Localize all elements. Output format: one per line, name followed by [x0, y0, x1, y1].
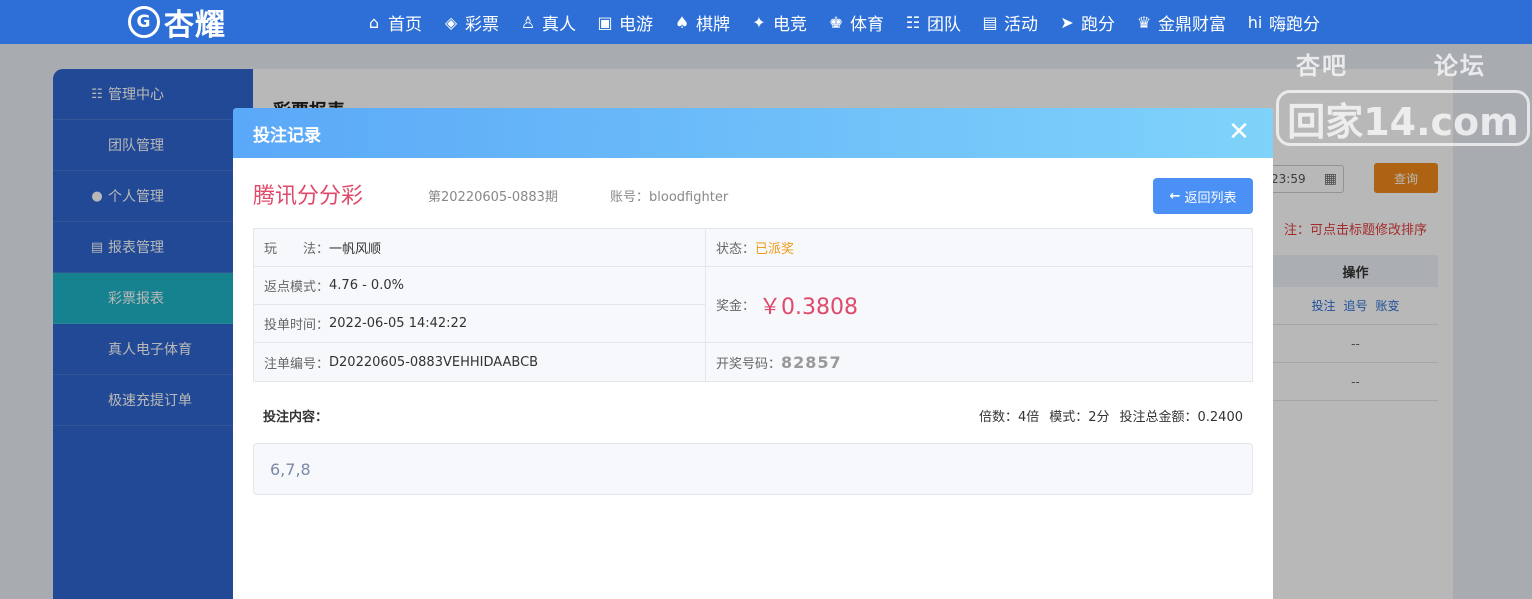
issue-number: 第20220605-0883期: [428, 190, 558, 205]
nav-item-10[interactable]: ♛ 金鼎财富: [1134, 10, 1226, 35]
account-label: 账号：: [610, 190, 650, 205]
nav-item-8[interactable]: ▤ 活动: [980, 10, 1038, 35]
content-row: 投注内容： 倍数：4倍 模式：2分 投注总金额：0.2400: [253, 406, 1253, 426]
content-label: 投注内容：: [263, 410, 329, 425]
nav-item-label: 首页: [388, 14, 422, 35]
nav-item-label: 电游: [619, 14, 653, 35]
logo-mark-icon: G: [128, 6, 160, 38]
nav-item-11[interactable]: hi 嗨跑分: [1245, 10, 1320, 35]
nav-item-9[interactable]: ➤ 跑分: [1057, 10, 1115, 35]
nav-item-2[interactable]: ♙ 真人: [518, 10, 576, 35]
nav-item-label: 体育: [850, 14, 884, 35]
nav-item-label: 团队: [927, 14, 961, 35]
nav-item-5[interactable]: ✦ 电竞: [749, 10, 807, 35]
status-cell: 状态： 已派奖: [706, 229, 1252, 267]
rebate-value: 4.76 - 0.0%: [329, 278, 404, 293]
bet-detail-table: 玩 法： 一帆风顺 状态： 已派奖 返点模式： 4.76 - 0.0% 奖金： ￥0.3…: [253, 228, 1253, 382]
live-icon: ♙: [520, 12, 536, 32]
trophy-icon: ♚: [828, 12, 844, 32]
watermark: 杏吧 论坛 回家14.com: [1274, 44, 1532, 154]
multiple-value: 倍数：4倍: [978, 410, 1040, 425]
nav-item-label: 棋牌: [696, 14, 730, 35]
bet-content-box: 6,7,8: [253, 443, 1253, 495]
gift-icon: ▤: [982, 12, 998, 32]
arrow-left-icon: ←: [1169, 188, 1181, 204]
play-label: 玩 法：: [264, 242, 330, 257]
watermark-main: 回家14.com: [1276, 90, 1530, 146]
prize-label: 奖金：: [716, 299, 756, 314]
nav-item-4[interactable]: ♠ 棋牌: [672, 10, 730, 35]
logo-text: 杏耀: [164, 8, 226, 43]
rebate-cell: 返点模式： 4.76 - 0.0%: [254, 267, 706, 305]
account-value: bloodfighter: [649, 190, 729, 205]
rebate-label: 返点模式：: [264, 280, 330, 295]
nav-item-label: 彩票: [465, 14, 499, 35]
bet-record-modal: 投注记录 ✕ 腾讯分分彩 第20220605-0883期 账号：bloodfig…: [233, 108, 1273, 599]
nav-item-3[interactable]: ▣ 电游: [595, 10, 653, 35]
bet-summary: 倍数：4倍 模式：2分 投注总金额：0.2400: [969, 406, 1243, 425]
draw-label: 开奖号码：: [716, 356, 782, 372]
hi-icon: hi: [1247, 12, 1263, 32]
watermark-right: 论坛: [1434, 52, 1486, 80]
slot-icon: ▣: [597, 12, 613, 32]
order-label: 注单编号：: [264, 356, 330, 372]
esports-icon: ✦: [752, 12, 766, 32]
watermark-left: 杏吧: [1296, 52, 1348, 80]
run-icon: ➤: [1060, 12, 1074, 32]
lottery-name: 腾讯分分彩: [253, 184, 364, 209]
nav-item-label: 跑分: [1081, 14, 1115, 35]
wealth-icon: ♛: [1136, 12, 1152, 32]
modal-title: 投注记录: [253, 125, 321, 146]
cards-icon: ♠: [674, 12, 690, 32]
home-icon: ⌂: [368, 12, 380, 32]
close-icon[interactable]: ✕: [1227, 119, 1251, 145]
nav-item-label: 金鼎财富: [1158, 14, 1226, 35]
draw-value: 82857: [781, 352, 842, 372]
nav-item-0[interactable]: ⌂ 首页: [364, 10, 422, 35]
total-value: 投注总金额：0.2400: [1119, 410, 1244, 425]
nav-item-1[interactable]: ◈ 彩票: [441, 10, 499, 35]
status-badge: 已派奖: [755, 242, 795, 257]
nav-item-7[interactable]: ☷ 团队: [903, 10, 961, 35]
lottery-icon: ◈: [444, 12, 458, 32]
top-nav: G 杏耀 ⌂ 首页 ◈ 彩票 ♙ 真人 ▣ 电游 ♠ 棋牌 ✦ 电竞 ♚ 体育 ☷ 团队 ▤ 活动 ➤ 跑分 ♛ 金鼎财富…: [0, 0, 1532, 44]
mode-value: 模式：2分: [1049, 410, 1110, 425]
status-label: 状态：: [716, 242, 756, 257]
play-cell: 玩 法： 一帆风顺: [254, 229, 706, 267]
prize-cell: 奖金： ￥0.3808: [706, 267, 1252, 343]
order-cell: 注单编号： D20220605-0883VEHHIDAABCB: [254, 343, 706, 381]
back-to-list-button[interactable]: ← 返回列表: [1153, 178, 1253, 214]
nav-item-6[interactable]: ♚ 体育: [826, 10, 884, 35]
draw-cell: 开奖号码： 82857: [706, 343, 1252, 381]
nav-menu: ⌂ 首页 ◈ 彩票 ♙ 真人 ▣ 电游 ♠ 棋牌 ✦ 电竞 ♚ 体育 ☷ 团队 ▤ 活动 ➤ 跑分 ♛ 金鼎财富 hi 嗨跑分: [364, 0, 1339, 44]
prize-value: ￥0.3808: [759, 294, 858, 320]
order-value: D20220605-0883VEHHIDAABCB: [329, 354, 539, 370]
logo[interactable]: G 杏耀: [128, 2, 226, 43]
nav-item-label: 嗨跑分: [1269, 14, 1320, 35]
nav-item-label: 真人: [542, 14, 576, 35]
team-icon: ☷: [905, 12, 921, 32]
time-value: 2022-06-05 14:42:22: [329, 316, 468, 331]
back-to-list-label: 返回列表: [1184, 190, 1237, 206]
time-label: 投单时间：: [264, 318, 330, 333]
modal-header: 投注记录 ✕: [233, 108, 1273, 158]
record-summary: 腾讯分分彩 第20220605-0883期 账号：bloodfighter ← …: [253, 178, 1253, 218]
nav-item-label: 活动: [1004, 14, 1038, 35]
account: 账号：bloodfighter: [610, 186, 728, 205]
time-cell: 投单时间： 2022-06-05 14:42:22: [254, 305, 706, 343]
play-value: 一帆风顺: [329, 242, 382, 257]
nav-item-label: 电竞: [773, 14, 807, 35]
